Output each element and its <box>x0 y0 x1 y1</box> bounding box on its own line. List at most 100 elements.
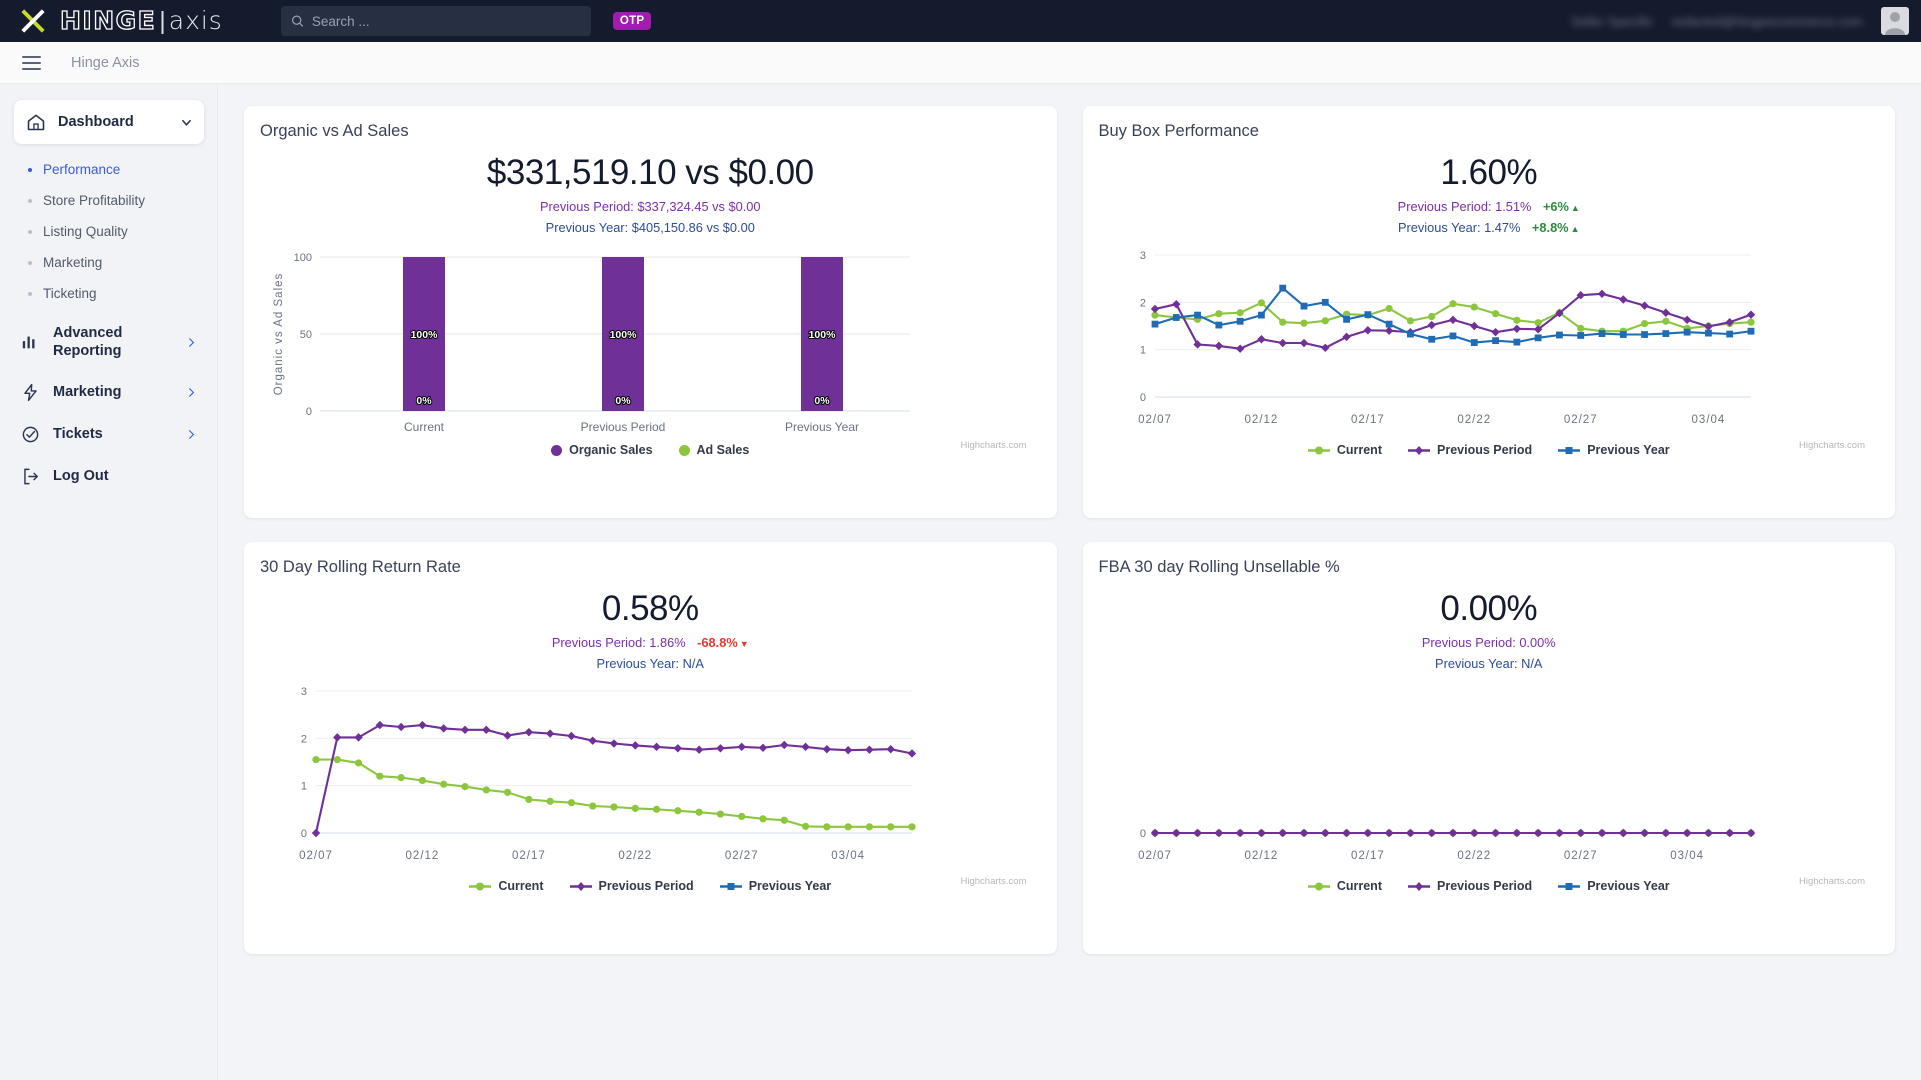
logout-icon <box>20 466 40 486</box>
sidebar-tickets-label: Tickets <box>53 426 103 443</box>
bullet-icon <box>28 167 32 172</box>
search-icon <box>291 15 304 27</box>
highcharts-credit[interactable]: Highcharts.com <box>1799 440 1865 451</box>
chevron-right-icon[interactable] <box>187 336 196 349</box>
previous-year-line: Previous Year: N/A <box>596 656 704 671</box>
svg-text:1: 1 <box>1139 345 1145 357</box>
svg-text:100%: 100% <box>411 329 439 341</box>
previous-period-line: Previous Period: $337,324.45 vs $0.00 <box>539 199 761 214</box>
svg-text:02/07: 02/07 <box>1138 850 1172 862</box>
legend-marker-icon <box>569 881 592 891</box>
svg-text:2: 2 <box>301 733 307 745</box>
card-buy-box-performance: Buy Box Performance 1.60% Previous Perio… <box>1082 106 1895 518</box>
legend-label: Previous Period <box>1437 443 1533 457</box>
legend-item-current[interactable]: Current <box>469 879 544 893</box>
legend-label: Previous Period <box>1437 879 1533 893</box>
legend-label: Previous Year <box>748 879 832 893</box>
legend-item-current[interactable]: Current <box>1307 443 1382 457</box>
chart-organic-vs-ad-sales: 100 50 0 Organic vs Ad Sales 100% 0% Cur… <box>260 245 1041 457</box>
highcharts-credit[interactable]: Highcharts.com <box>1799 876 1865 887</box>
svg-text:02/12: 02/12 <box>1244 414 1278 426</box>
svg-text:03/04: 03/04 <box>831 850 865 862</box>
sidebar-item-listing-quality[interactable]: Listing Quality <box>14 216 204 247</box>
bar-chart-svg: 100 50 0 Organic vs Ad Sales 100% 0% Cur… <box>273 252 910 434</box>
svg-text:100%: 100% <box>809 329 837 341</box>
main-content: Organic vs Ad Sales $331,519.10 vs $0.00… <box>218 84 1921 1080</box>
previous-period-line: Previous Period: 1.86% -68.8% ▼ <box>260 635 1041 650</box>
page-title: FBA 30 day Rolling Unsellable % <box>1098 558 1340 576</box>
legend-item-previous-year[interactable]: Previous Year <box>1558 443 1670 457</box>
highcharts-credit[interactable]: Highcharts.com <box>961 876 1027 887</box>
sidebar: Dashboard Performance Store Profitabilit… <box>0 84 218 1080</box>
sidebar-item-dashboard[interactable]: Dashboard <box>14 100 204 144</box>
kpi-value: 0.58% <box>601 589 699 628</box>
chevron-right-icon[interactable] <box>187 386 196 399</box>
sidebar-item-advanced-reporting[interactable]: Advanced Reporting <box>14 313 204 371</box>
bullet-icon <box>28 291 32 296</box>
legend-item-previous-year[interactable]: Previous Year <box>1558 879 1670 893</box>
page-title: Buy Box Performance <box>1098 122 1260 140</box>
svg-text:3: 3 <box>1139 250 1145 262</box>
legend-item-organic-sales[interactable]: Organic Sales <box>551 443 653 457</box>
sidebar-dashboard-label: Dashboard <box>58 114 134 130</box>
legend-label: Current <box>498 879 544 893</box>
previous-period-line: Previous Period: 1.51% +6% ▲ <box>1099 199 1880 214</box>
hamburger-menu-icon[interactable] <box>22 55 41 70</box>
legend-item-previous-period[interactable]: Previous Period <box>1408 879 1532 893</box>
legend-marker-icon <box>1408 881 1430 891</box>
card-fba-unsellable: FBA 30 day Rolling Unsellable % 0.00% Pr… <box>1082 542 1895 954</box>
search-box[interactable] <box>280 6 591 36</box>
bullet-icon <box>28 229 32 234</box>
user-avatar-icon <box>1885 12 1905 35</box>
bolt-icon <box>20 382 40 402</box>
svg-text:0%: 0% <box>416 395 432 407</box>
sidebar-sub-label: Listing Quality <box>43 224 128 239</box>
highcharts-credit[interactable]: Highcharts.com <box>961 440 1027 451</box>
svg-text:0: 0 <box>301 828 307 840</box>
svg-text:Previous Period: Previous Period <box>581 420 666 434</box>
sidebar-item-log-out[interactable]: Log Out <box>14 455 204 497</box>
legend-item-current[interactable]: Current <box>1307 879 1382 893</box>
legend-marker-icon <box>719 882 742 890</box>
sidebar-sub-label: Ticketing <box>43 286 97 301</box>
search-input[interactable] <box>311 13 581 29</box>
sidebar-item-ticketing[interactable]: Ticketing <box>14 278 204 309</box>
svg-text:Current: Current <box>404 420 445 434</box>
svg-text:02/07: 02/07 <box>299 850 333 862</box>
legend-marker-icon <box>551 444 563 456</box>
otp-badge[interactable]: OTP <box>612 12 652 30</box>
legend-item-previous-period[interactable]: Previous Period <box>1408 443 1532 457</box>
line-chart-svg: 0 02/07 02/12 02/17 02/22 02/27 03/04 <box>1138 828 1755 862</box>
app-logo[interactable]: HINGE | axis <box>14 5 223 36</box>
legend-label: Previous Year <box>1587 443 1670 457</box>
sidebar-item-tickets[interactable]: Tickets <box>14 413 204 455</box>
previous-period-text: Previous Period: 1.86% <box>551 635 686 650</box>
svg-text:0%: 0% <box>814 395 830 407</box>
legend-label: Current <box>1336 443 1382 457</box>
chevron-right-icon[interactable] <box>187 428 196 441</box>
previous-year-line: Previous Year: $405,150.86 vs $0.00 <box>545 220 755 235</box>
sidebar-item-marketing[interactable]: Marketing <box>14 371 204 413</box>
svg-text:02/07: 02/07 <box>1138 414 1172 426</box>
legend-marker-icon <box>1558 882 1581 890</box>
svg-text:02/17: 02/17 <box>1350 414 1384 426</box>
svg-text:50: 50 <box>300 329 312 341</box>
previous-year-line: Previous Year: 1.47% +8.8% ▲ <box>1099 220 1880 235</box>
svg-text:0: 0 <box>1139 828 1145 840</box>
svg-text:Previous Year: Previous Year <box>785 420 859 434</box>
svg-text:3: 3 <box>301 686 307 698</box>
sidebar-item-store-profitability[interactable]: Store Profitability <box>14 185 204 216</box>
legend-item-ad-sales[interactable]: Ad Sales <box>678 443 749 457</box>
page-title: Organic vs Ad Sales <box>260 122 409 140</box>
sidebar-item-performance[interactable]: Performance <box>14 154 204 185</box>
avatar[interactable] <box>1881 7 1909 35</box>
sidebar-logout-label: Log Out <box>53 468 109 485</box>
chevron-down-icon[interactable] <box>181 117 192 128</box>
chart-legend: Current Previous Period Previous Year <box>1099 879 1880 893</box>
kpi-value: 0.00% <box>1440 589 1538 628</box>
previous-year-delta: +8.8% ▲ <box>1531 220 1580 235</box>
sidebar-item-marketing-sub[interactable]: Marketing <box>14 247 204 278</box>
legend-item-previous-period[interactable]: Previous Period <box>569 879 694 893</box>
legend-item-previous-year[interactable]: Previous Year <box>719 879 832 893</box>
chart-fba-unsellable: 0 02/07 02/12 02/17 02/22 02/27 03/04 Current … <box>1099 681 1880 893</box>
